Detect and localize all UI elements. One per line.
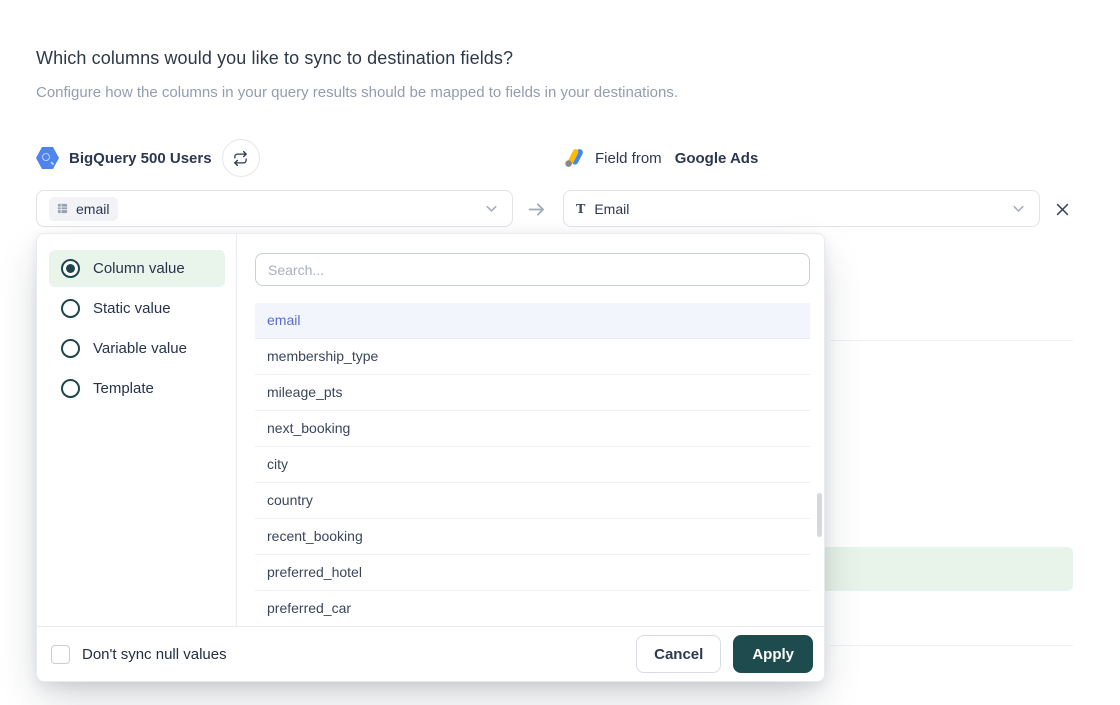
apply-button[interactable]: Apply: [733, 635, 813, 673]
value-type-label: Template: [93, 380, 154, 397]
dont-sync-null-checkbox[interactable]: [51, 645, 70, 664]
source-column-select[interactable]: email: [36, 190, 513, 227]
string-type-icon: T: [576, 201, 585, 216]
column-list-item-city[interactable]: city: [255, 447, 810, 483]
search-input[interactable]: [255, 253, 810, 286]
selected-field-value: Email: [594, 201, 629, 217]
page-title: Which columns would you like to sync to …: [36, 48, 513, 69]
swap-icon: [233, 151, 248, 166]
background-row-divider: [830, 645, 1073, 646]
column-list-item-membership_type[interactable]: membership_type: [255, 339, 810, 375]
value-type-option-variable-value[interactable]: Variable value: [49, 330, 225, 367]
column-list-item-preferred_hotel[interactable]: preferred_hotel: [255, 555, 810, 591]
bigquery-icon: [36, 147, 59, 170]
selected-column-chip: email: [49, 197, 118, 221]
selected-column-value: email: [76, 201, 109, 217]
scrollbar-thumb[interactable]: [817, 493, 822, 537]
value-type-option-column-value[interactable]: Column value: [49, 250, 225, 287]
dont-sync-null-label: Don't sync null values: [82, 646, 227, 663]
value-type-option-static-value[interactable]: Static value: [49, 290, 225, 327]
close-icon: [1054, 201, 1071, 218]
destination-header: Field from Google Ads: [565, 139, 758, 177]
value-type-rail: Column value Static value Variable value Te…: [37, 234, 237, 626]
radio-icon[interactable]: [61, 379, 80, 398]
background-highlighted-row: [822, 547, 1073, 591]
cancel-button[interactable]: Cancel: [636, 635, 721, 673]
column-list-item-email[interactable]: email: [255, 303, 810, 339]
radio-icon[interactable]: [61, 339, 80, 358]
destination-label-prefix: Field from: [595, 150, 662, 167]
table-icon: [56, 202, 69, 215]
swap-button[interactable]: [222, 139, 260, 177]
page-subtitle: Configure how the columns in your query …: [36, 84, 678, 101]
column-mapping-popover: Column value Static value Variable value Te…: [36, 233, 825, 682]
value-type-label: Static value: [93, 300, 171, 317]
radio-icon[interactable]: [61, 299, 80, 318]
source-header: BigQuery 500 Users: [36, 139, 260, 177]
remove-mapping-button[interactable]: [1050, 197, 1074, 221]
column-list-item-preferred_car[interactable]: preferred_car: [255, 591, 810, 626]
sync-mapping-screen: Which columns would you like to sync to …: [0, 0, 1120, 705]
background-row-divider: [830, 340, 1073, 341]
destination-field-select[interactable]: T Email: [563, 190, 1040, 227]
value-type-label: Column value: [93, 260, 185, 277]
value-type-option-template[interactable]: Template: [49, 370, 225, 407]
radio-icon[interactable]: [61, 259, 80, 278]
column-list: emailmembership_typemileage_ptsnext_book…: [255, 303, 810, 626]
arrow-right-icon: [524, 197, 548, 221]
column-list-item-country[interactable]: country: [255, 483, 810, 519]
source-label: BigQuery 500 Users: [69, 150, 212, 167]
column-list-panel: emailmembership_typemileage_ptsnext_book…: [237, 234, 824, 626]
column-list-item-mileage_pts[interactable]: mileage_pts: [255, 375, 810, 411]
value-type-label: Variable value: [93, 340, 187, 357]
destination-label-name: Google Ads: [675, 150, 759, 167]
popover-footer: Don't sync null values Cancel Apply: [37, 626, 824, 681]
column-list-item-recent_booking[interactable]: recent_booking: [255, 519, 810, 555]
google-ads-icon: [565, 148, 586, 168]
column-list-item-next_booking[interactable]: next_booking: [255, 411, 810, 447]
chevron-down-icon: [483, 200, 500, 217]
chevron-down-icon: [1010, 200, 1027, 217]
